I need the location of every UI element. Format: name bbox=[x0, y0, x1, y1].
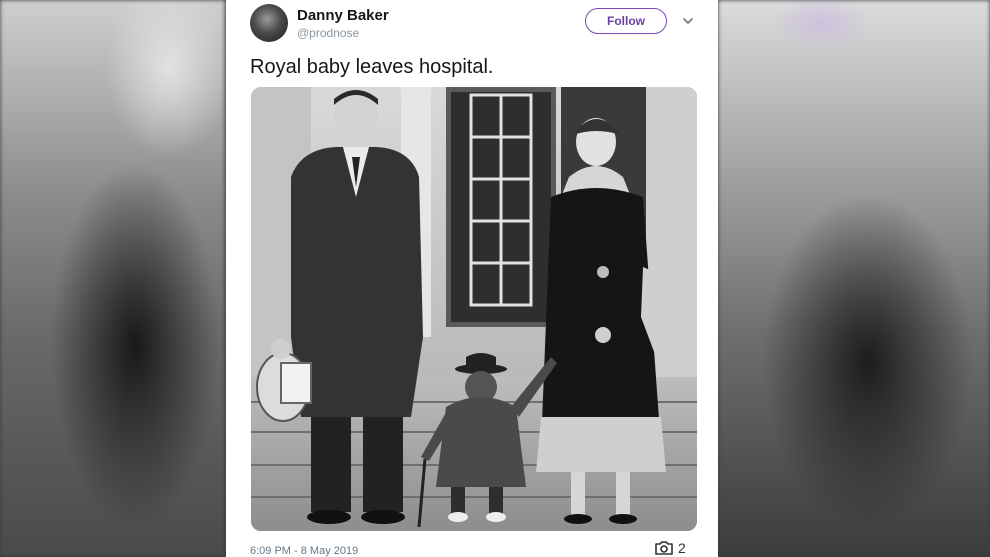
photo-illustration bbox=[251, 87, 697, 531]
tweet-photo[interactable] bbox=[251, 87, 697, 531]
tweet-timestamp[interactable]: 6:09 PM - 8 May 2019 bbox=[250, 545, 358, 557]
avatar[interactable] bbox=[250, 4, 288, 42]
camera-icon bbox=[655, 541, 673, 555]
chevron-down-icon[interactable] bbox=[681, 15, 695, 27]
blurred-background-right bbox=[718, 0, 990, 557]
tweet-text: Royal baby leaves hospital. bbox=[250, 56, 494, 78]
author-handle[interactable]: @prodnose bbox=[297, 26, 359, 40]
blurred-background-left bbox=[0, 0, 225, 557]
photo-count-value: 2 bbox=[678, 540, 686, 556]
author-display-name[interactable]: Danny Baker bbox=[297, 7, 389, 24]
tweet-card: Danny Baker @prodnose Follow Royal baby … bbox=[226, 0, 718, 557]
photo-count-indicator[interactable]: 2 bbox=[654, 540, 686, 556]
follow-button[interactable]: Follow bbox=[585, 8, 667, 34]
